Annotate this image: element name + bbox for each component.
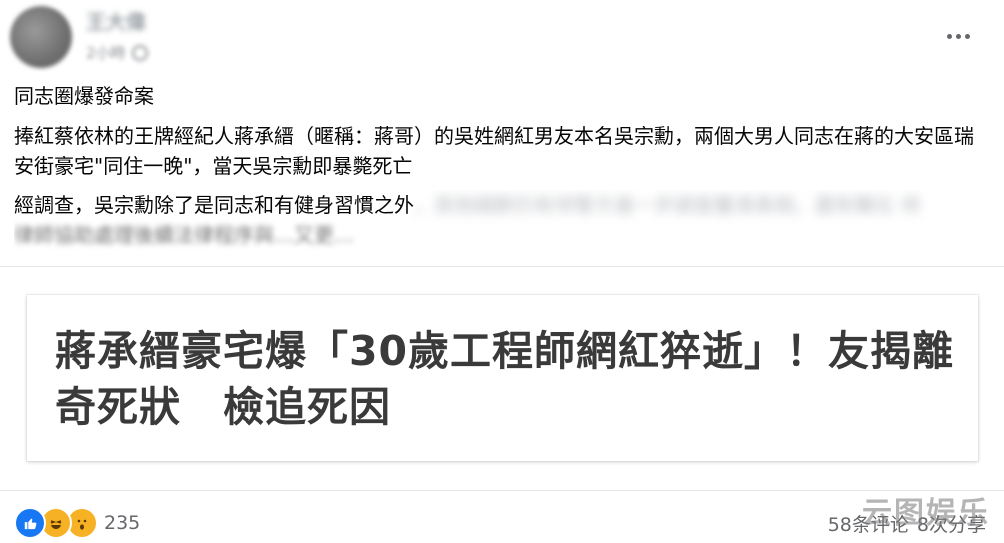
post-paragraph-2: 經調查，吳宗勳除了是同志和有健身習慣之外，其他細節仍有待警方進一步調查釐清真相，…: [14, 190, 994, 254]
content-divider: [0, 266, 1004, 267]
post-paragraph-2-blurred: ，其他細節仍有待警方進一步調查釐清真相，還有職位 待: [414, 193, 921, 217]
ellipsis-icon: [946, 33, 970, 39]
reaction-count: 235: [104, 512, 141, 534]
link-preview-title: 蔣承縉豪宅爆「30歲工程師網紅猝逝」！友揭離奇死狀 檢追死因: [55, 327, 955, 431]
more-options-button[interactable]: [940, 24, 976, 48]
post-paragraph-2-cut-line: 律師協助處理後續法律程序與…又更…: [14, 223, 354, 246]
author-avatar[interactable]: [10, 6, 72, 68]
post-paragraph-1: 捧紅蔡依林的王牌經紀人蔣承縉（暱稱：蔣哥）的吳姓網紅男友本名吳宗勳，兩個大男人同…: [14, 124, 974, 178]
post-timestamp[interactable]: 2小時: [86, 42, 126, 63]
like-icon: [14, 507, 46, 539]
post-paragraph-2-visible: 經調查，吳宗勳除了是同志和有健身習慣之外: [14, 193, 414, 217]
link-preview-card[interactable]: 蔣承縉豪宅爆「30歲工程師網紅猝逝」！友揭離奇死狀 檢追死因: [27, 295, 978, 461]
globe-icon: [131, 44, 148, 61]
author-name[interactable]: 王大偉: [86, 6, 146, 35]
post-headline: 同志圈爆發命案: [14, 84, 154, 108]
feed-post: 王大偉 2小時 同志圈爆發命案 捧紅蔡依林的王牌經紀人蔣承縉（暱稱：蔣哥）的吳姓…: [0, 0, 1004, 543]
footer-divider: [0, 490, 1004, 491]
watermark-text: 云图娱乐: [862, 496, 990, 531]
reactions-summary[interactable]: 235: [14, 507, 140, 539]
post-meta: 2小時: [86, 42, 148, 63]
